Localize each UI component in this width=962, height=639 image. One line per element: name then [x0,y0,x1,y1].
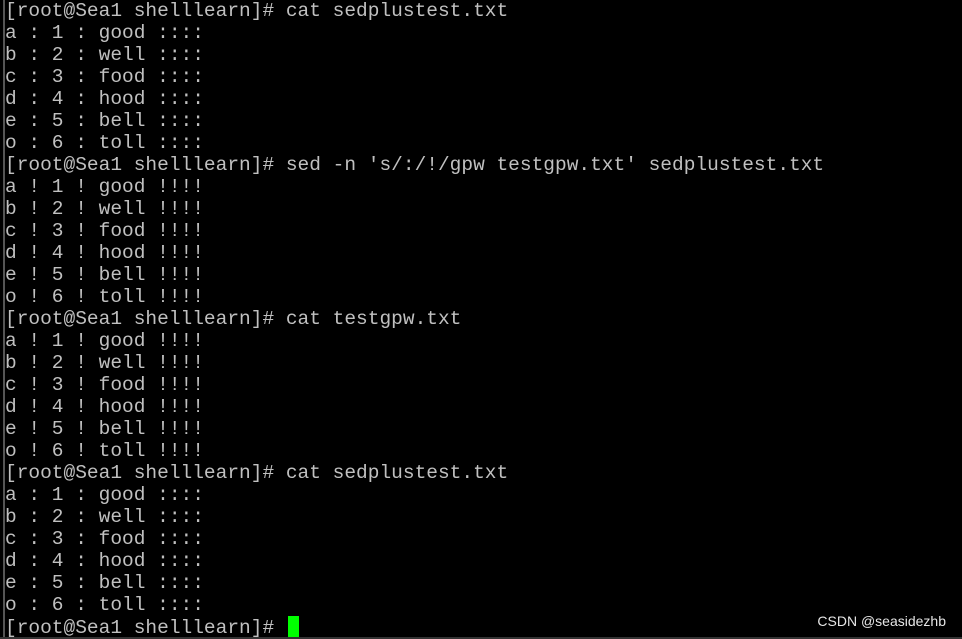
command-line: [root@Sea1 shelllearn]# cat sedplustest.… [5,0,509,22]
output-line: c : 3 : food :::: [5,66,204,88]
output-line: b ! 2 ! well !!!! [5,352,204,374]
command-line: [root@Sea1 shelllearn]# cat sedplustest.… [5,462,509,484]
output-line: o ! 6 ! toll !!!! [5,286,204,308]
watermark: CSDN @seasidezhb [817,613,946,629]
output-line: e : 5 : bell :::: [5,572,204,594]
output-line: a ! 1 ! good !!!! [5,176,204,198]
output-line: d ! 4 ! hood !!!! [5,242,204,264]
output-line: b : 2 : well :::: [5,506,204,528]
output-line: e : 5 : bell :::: [5,110,204,132]
output-line: a : 1 : good :::: [5,22,204,44]
terminal-output: [root@Sea1 shelllearn]# cat sedplustest.… [5,0,962,616]
output-line: c ! 3 ! food !!!! [5,374,204,396]
output-line: b ! 2 ! well !!!! [5,198,204,220]
prompt: [root@Sea1 shelllearn]# [5,617,286,639]
output-line: a : 1 : good :::: [5,484,204,506]
output-line: c : 3 : food :::: [5,528,204,550]
output-line: d : 4 : hood :::: [5,550,204,572]
output-line: a ! 1 ! good !!!! [5,330,204,352]
output-line: o : 6 : toll :::: [5,132,204,154]
output-line: e ! 5 ! bell !!!! [5,264,204,286]
terminal-window[interactable]: [root@Sea1 shelllearn]# cat sedplustest.… [3,0,962,639]
output-line: e ! 5 ! bell !!!! [5,418,204,440]
cursor [287,616,299,637]
output-line: d ! 4 ! hood !!!! [5,396,204,418]
command-line: [root@Sea1 shelllearn]# sed -n 's/:/!/gp… [5,154,825,176]
output-line: o ! 6 ! toll !!!! [5,440,204,462]
output-line: b : 2 : well :::: [5,44,204,66]
output-line: c ! 3 ! food !!!! [5,220,204,242]
command-line: [root@Sea1 shelllearn]# cat testgpw.txt [5,308,462,330]
output-line: d : 4 : hood :::: [5,88,204,110]
